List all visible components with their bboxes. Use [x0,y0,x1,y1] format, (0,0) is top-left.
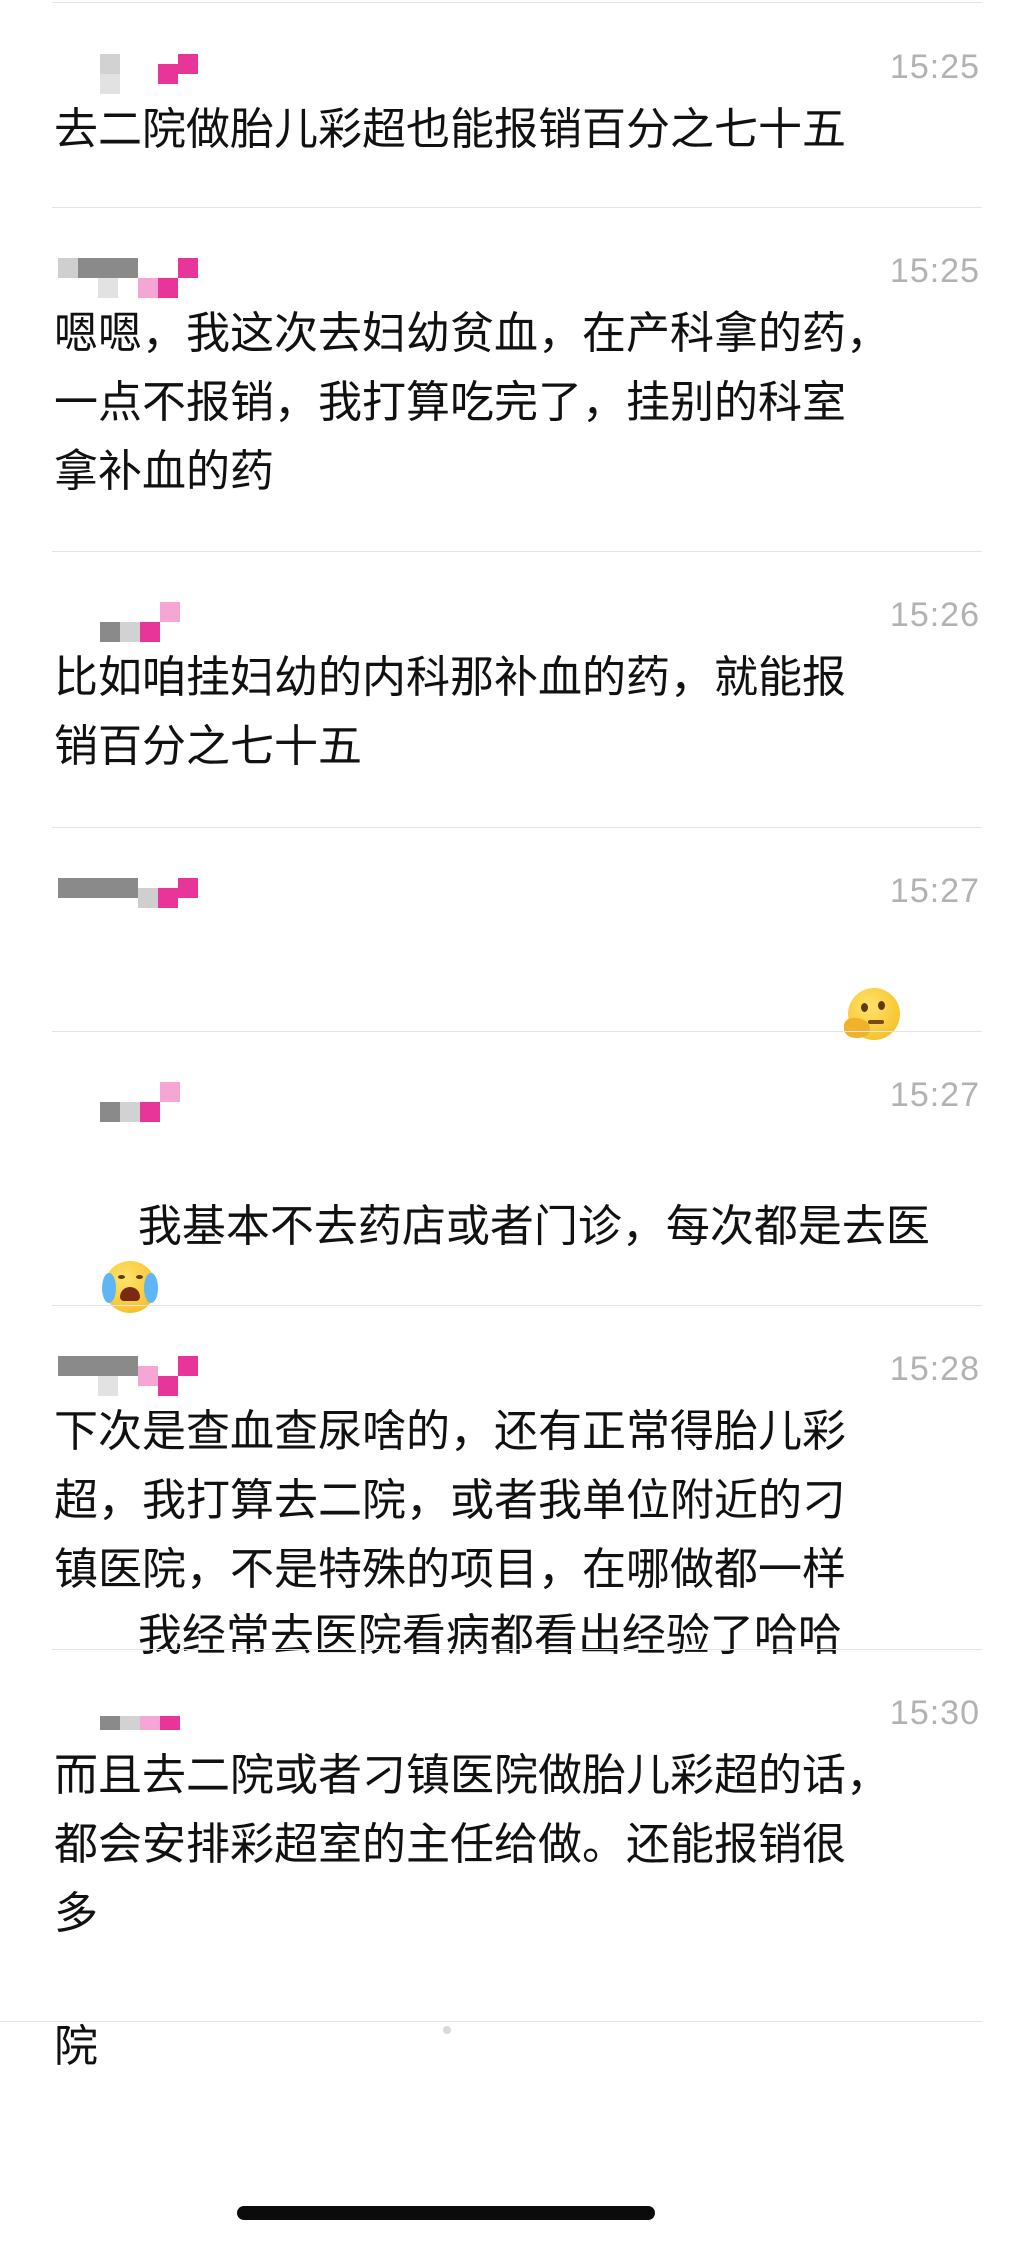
message-divider [52,551,982,552]
message-time: 15:28 [889,1350,980,1388]
message-time: 15:26 [889,596,980,634]
message-text: 去二院做胎儿彩超也能报销百分之七十五 [54,104,846,155]
scroll-position-dot [443,2026,451,2034]
message-time: 15:27 [889,1076,980,1114]
message-divider [52,1305,982,1306]
top-divider [52,2,982,3]
message-text: 而且去二院或者刁镇医院做胎儿彩超的话， 都会安排彩超室的主任给做。还能报销很 多 [54,1750,890,1939]
message-text: 我基本不去药店或者门诊，每次都是去医 院 [54,1123,984,2150]
message-text: 嗯嗯，我这次去妇幼贫血，在产科拿的药， 一点不报销，我打算吃完了，挂别的科室 拿… [54,308,890,497]
message-time: 15:25 [889,48,980,86]
message-time: 15:25 [889,252,980,290]
home-indicator-bar[interactable] [237,2206,655,2220]
message-time: 15:27 [889,872,980,910]
bottom-divider [0,2021,982,2022]
message-time: 15:30 [889,1694,980,1732]
message-text: 下次是查血查尿啥的，还有正常得胎儿彩 超，我打算去二院，或者我单位附近的刁 镇医… [54,1406,846,1595]
message-divider [52,1031,982,1032]
message-divider [52,207,982,208]
message-divider [52,827,982,828]
message-divider [52,1649,982,1650]
message-text: 比如咱挂妇幼的内科那补血的药，就能报 销百分之七十五 [54,652,846,772]
thinking-face-emoji [843,988,900,1040]
